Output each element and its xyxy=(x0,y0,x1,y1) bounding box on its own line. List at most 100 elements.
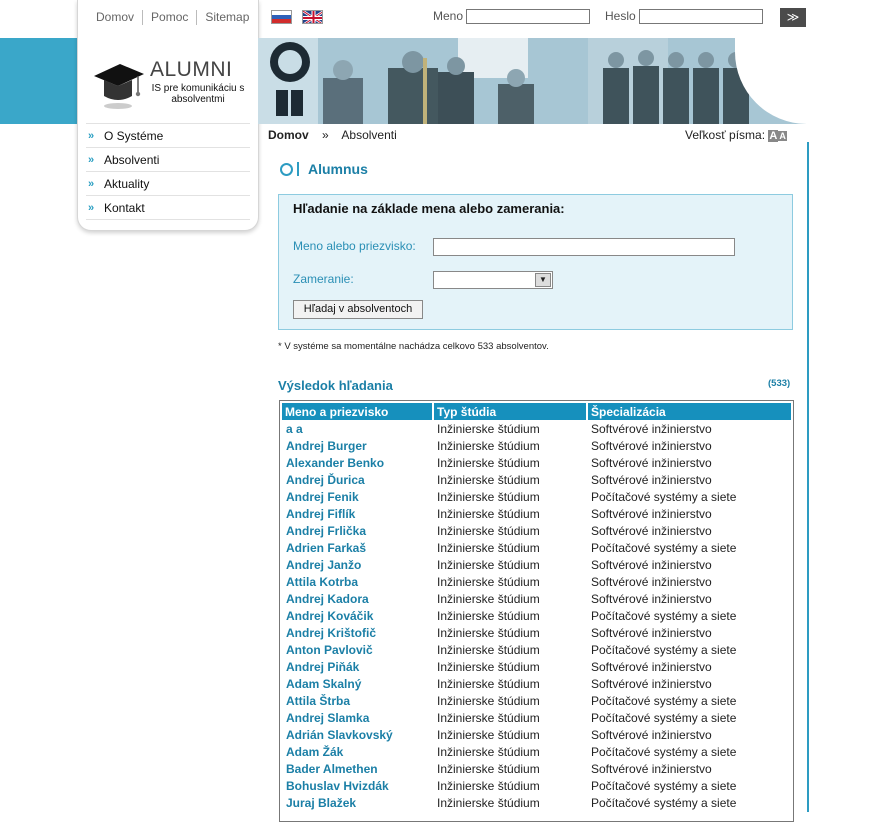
alumnus-name-link[interactable]: Andrej Fiflík xyxy=(282,505,433,522)
login-label: Meno xyxy=(433,9,464,23)
name-search-input[interactable] xyxy=(433,238,735,256)
column-header-specialization[interactable]: Špecializácia xyxy=(587,403,791,420)
alumnus-name-link[interactable]: Andrej Kováčik xyxy=(282,607,433,624)
flag-sk-icon[interactable] xyxy=(271,10,292,24)
alumnus-name-link[interactable]: Andrej Slamka xyxy=(282,709,433,726)
table-row: Adam Žák Inžinierske štúdium Počítačové sy… xyxy=(282,743,791,760)
font-size-small-button[interactable]: A xyxy=(768,130,779,142)
specialization-cell: Softvérové inžinierstvo xyxy=(591,625,712,640)
alumnus-name-link[interactable]: Adrien Farkaš xyxy=(282,539,433,556)
results-table-body: a a Inžinierske štúdium Softvérové inžinie… xyxy=(282,420,791,811)
font-size-large-button[interactable]: A xyxy=(778,131,787,141)
table-row: Adrián Slavkovský Inžinierske štúdium Soft… xyxy=(282,726,791,743)
alumnus-name-link[interactable]: Bohuslav Hvizdák xyxy=(282,777,433,794)
table-row: Attila Štrba Inžinierske štúdium Počítačov… xyxy=(282,692,791,709)
alumnus-name-link[interactable]: Andrej Frlička xyxy=(282,522,433,539)
table-row: Andrej Frlička Inžinierske štúdium Softvér… xyxy=(282,522,791,539)
table-row: Juraj Blažek Inžinierske štúdium Počítačov… xyxy=(282,794,791,811)
logo-title: ALUMNI xyxy=(150,58,233,81)
results-count: (533) xyxy=(768,378,791,389)
alumnus-name-link[interactable]: Juraj Blažek xyxy=(282,794,433,811)
search-heading: Hľadanie na základe mena alebo zamerania… xyxy=(293,201,565,216)
alumnus-name-link[interactable]: a a xyxy=(282,420,433,437)
study-type-cell: Inžinierske štúdium xyxy=(437,642,540,657)
table-header-row: Meno a priezvisko Typ štúdia Špecializác… xyxy=(282,403,791,420)
alumnus-name-link[interactable]: Andrej Piňák xyxy=(282,658,433,675)
specialization-cell: Softvérové inžinierstvo xyxy=(591,506,712,521)
study-type-cell: Inžinierske štúdium xyxy=(437,421,540,436)
table-row: Andrej Slamka Inžinierske štúdium Počítačo… xyxy=(282,709,791,726)
search-button[interactable]: Hľadaj v absolventoch xyxy=(293,300,423,319)
alumni-logo[interactable]: ALUMNI IS pre komunikáciu s absolventmi xyxy=(90,56,250,116)
alumnus-name-link[interactable]: Andrej Burger xyxy=(282,437,433,454)
page-title: Alumnus xyxy=(280,161,368,177)
breadcrumb: Domov » Absolventi xyxy=(268,128,397,142)
top-link-home[interactable]: Domov xyxy=(88,10,142,25)
alumni-count-note: * V systéme sa momentálne nachádza celko… xyxy=(278,341,549,352)
sidebar-item-aktuality[interactable]: » Aktuality xyxy=(86,171,250,196)
study-type-cell: Inžinierske štúdium xyxy=(437,625,540,640)
table-row: Andrej Piňák Inžinierske štúdium Softvérov… xyxy=(282,658,791,675)
double-chevron-icon: » xyxy=(88,201,95,214)
flag-uk-icon[interactable] xyxy=(302,10,323,24)
sidebar-item-kontakt[interactable]: » Kontakt xyxy=(86,195,250,220)
study-type-cell: Inžinierske štúdium xyxy=(437,795,540,810)
results-title: Výsledok hľadania xyxy=(278,378,393,393)
specialization-cell: Počítačové systémy a siete xyxy=(591,489,737,504)
study-type-cell: Inžinierske štúdium xyxy=(437,778,540,793)
sidebar-item-label: Aktuality xyxy=(104,176,150,191)
specialization-cell: Počítačové systémy a siete xyxy=(591,778,737,793)
specialization-cell: Softvérové inžinierstvo xyxy=(591,557,712,572)
alumnus-name-link[interactable]: Attila Kotrba xyxy=(282,573,433,590)
top-link-help[interactable]: Pomoc xyxy=(142,10,196,25)
specialization-cell: Softvérové inžinierstvo xyxy=(591,591,712,606)
alumnus-name-link[interactable]: Andrej Kadora xyxy=(282,590,433,607)
header-banner xyxy=(258,38,806,124)
alumnus-name-link[interactable]: Adrián Slavkovský xyxy=(282,726,433,743)
table-row: Bader Almethen Inžinierske štúdium Softvér… xyxy=(282,760,791,777)
study-type-cell: Inžinierske štúdium xyxy=(437,506,540,521)
specialization-cell: Softvérové inžinierstvo xyxy=(591,472,712,487)
table-row: Andrej Burger Inžinierske štúdium Softvéro… xyxy=(282,437,791,454)
study-type-cell: Inžinierske štúdium xyxy=(437,591,540,606)
study-type-cell: Inžinierske štúdium xyxy=(437,557,540,572)
font-size-label: Veľkosť písma: xyxy=(685,128,766,142)
alumnus-name-link[interactable]: Anton Pavlovič xyxy=(282,641,433,658)
table-row: Andrej Janžo Inžinierske štúdium Softvérov… xyxy=(282,556,791,573)
study-type-cell: Inžinierske štúdium xyxy=(437,710,540,725)
column-header-type[interactable]: Typ štúdia xyxy=(433,403,588,420)
specialization-cell: Softvérové inžinierstvo xyxy=(591,761,712,776)
alumnus-name-link[interactable]: Adam Skalný xyxy=(282,675,433,692)
specialization-cell: Počítačové systémy a siete xyxy=(591,642,737,657)
column-header-name[interactable]: Meno a priezvisko xyxy=(282,403,434,420)
alumnus-name-link[interactable]: Andrej Ďurica xyxy=(282,471,433,488)
password-input[interactable] xyxy=(639,9,764,25)
breadcrumb-home[interactable]: Domov xyxy=(268,128,309,142)
specialization-cell: Počítačové systémy a siete xyxy=(591,540,737,555)
table-row: Andrej Fenik Inžinierske štúdium Počítačov… xyxy=(282,488,791,505)
alumnus-name-link[interactable]: Alexander Benko xyxy=(282,454,433,471)
alumnus-name-link[interactable]: Andrej Janžo xyxy=(282,556,433,573)
breadcrumb-current: Absolventi xyxy=(341,128,397,142)
table-row: Andrej Fiflík Inžinierske štúdium Softvéro… xyxy=(282,505,791,522)
login-submit-button[interactable]: ≫ xyxy=(780,8,806,27)
study-type-cell: Inžinierske štúdium xyxy=(437,676,540,691)
sidebar-item-o-systeme[interactable]: » O Systéme xyxy=(86,123,250,148)
alumnus-name-link[interactable]: Bader Almethen xyxy=(282,760,433,777)
chevron-down-icon[interactable]: ▼ xyxy=(535,273,551,287)
alumnus-name-link[interactable]: Attila Štrba xyxy=(282,692,433,709)
alumnus-name-link[interactable]: Andrej Krištofič xyxy=(282,624,433,641)
login-input[interactable] xyxy=(466,9,591,25)
focus-select[interactable]: ▼ xyxy=(433,271,553,289)
alumnus-name-link[interactable]: Andrej Fenik xyxy=(282,488,433,505)
top-link-sitemap[interactable]: Sitemap xyxy=(196,10,257,25)
specialization-cell: Softvérové inžinierstvo xyxy=(591,438,712,453)
password-label: Heslo xyxy=(605,9,636,23)
sidebar-item-absolventi[interactable]: » Absolventi xyxy=(86,147,250,172)
specialization-cell: Počítačové systémy a siete xyxy=(591,608,737,623)
alumnus-name-link[interactable]: Adam Žák xyxy=(282,743,433,760)
specialization-cell: Počítačové systémy a siete xyxy=(591,795,737,810)
content-divider xyxy=(807,142,809,812)
breadcrumb-separator: » xyxy=(322,128,329,142)
ring-icon xyxy=(280,162,293,176)
